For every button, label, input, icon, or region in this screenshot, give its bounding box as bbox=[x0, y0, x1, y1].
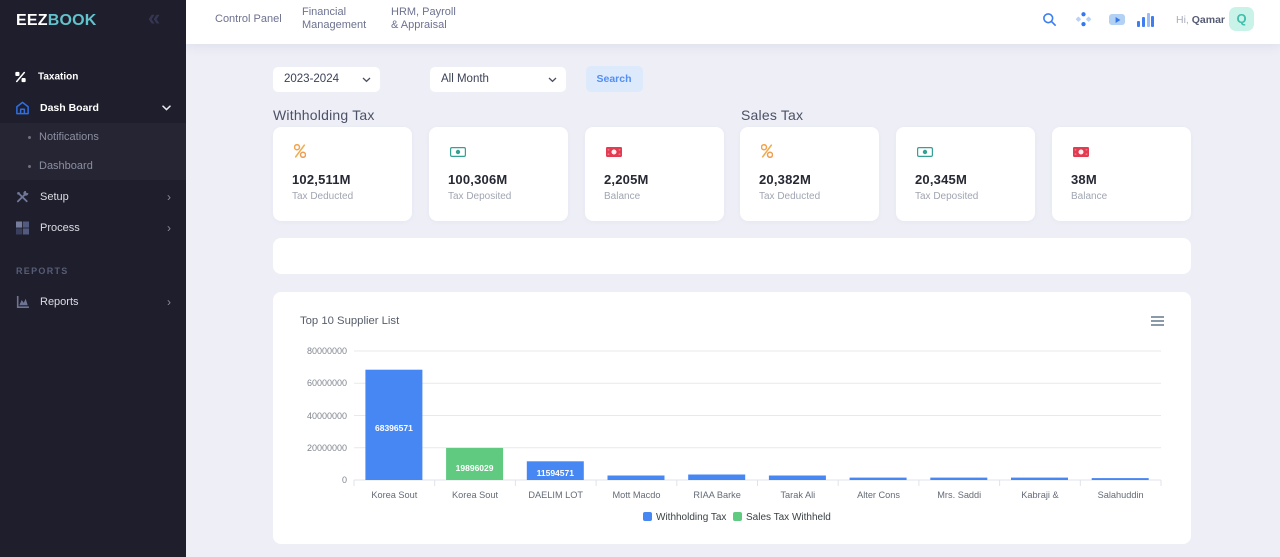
svg-text:68396571: 68396571 bbox=[375, 423, 413, 433]
svg-text:60000000: 60000000 bbox=[307, 378, 347, 388]
svg-text:Tarak Ali: Tarak Ali bbox=[780, 490, 815, 500]
svg-text:40000000: 40000000 bbox=[307, 411, 347, 421]
svg-text:11594571: 11594571 bbox=[537, 468, 575, 478]
svg-text:Withholding Tax: Withholding Tax bbox=[656, 512, 726, 523]
svg-text:Top 10 Supplier List: Top 10 Supplier List bbox=[300, 315, 400, 327]
svg-text:Mrs. Saddi: Mrs. Saddi bbox=[937, 490, 981, 500]
svg-text:19896029: 19896029 bbox=[456, 463, 494, 473]
svg-text:Mott Macdo: Mott Macdo bbox=[612, 490, 660, 500]
svg-text:Korea Sout: Korea Sout bbox=[371, 490, 417, 500]
svg-text:0: 0 bbox=[342, 475, 347, 485]
svg-text:DAELIM LOT: DAELIM LOT bbox=[528, 490, 583, 500]
svg-text:80000000: 80000000 bbox=[307, 346, 347, 356]
svg-text:Salahuddin: Salahuddin bbox=[1098, 490, 1144, 500]
svg-text:20000000: 20000000 bbox=[307, 443, 347, 453]
svg-text:Kabraji &: Kabraji & bbox=[1021, 490, 1058, 500]
svg-text:Sales Tax Withheld: Sales Tax Withheld bbox=[746, 512, 831, 523]
svg-text:RIAA Barke: RIAA Barke bbox=[693, 490, 741, 500]
svg-text:Korea Sout: Korea Sout bbox=[452, 490, 498, 500]
svg-text:Alter Cons: Alter Cons bbox=[857, 490, 900, 500]
